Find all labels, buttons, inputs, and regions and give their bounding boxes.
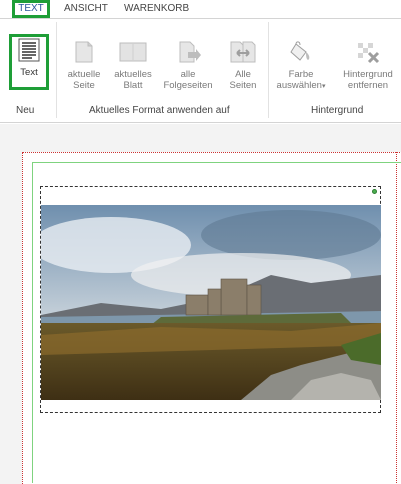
margin-guide-top [32,162,401,163]
castle-photo-image [41,205,381,400]
apply-all-following-label-1: alle [180,69,196,80]
landscape-photo[interactable] [41,205,381,400]
page-icon [75,41,93,63]
ribbon: TEXT ANSICHT WARENKORB Text Neu aktuelle… [0,0,401,124]
ribbon-tabs: TEXT ANSICHT WARENKORB [0,0,401,19]
apply-current-page-label-2: Seite [73,80,95,91]
tab-ansicht[interactable]: ANSICHT [64,3,108,14]
margin-guide-left [32,163,33,483]
group-separator [56,22,57,118]
apply-all-pages-button[interactable]: Alle Seiten [222,40,264,91]
group-label-apply-format: Aktuelles Format anwenden auf [89,105,230,116]
apply-current-page-button[interactable]: aktuelle Seite [62,40,106,91]
all-pages-icon [230,41,256,63]
text-button[interactable]: Text [12,38,46,78]
text-button-label: Text [20,67,38,78]
apply-all-pages-label-1: Alle [235,69,251,80]
group-label-neu: Neu [16,105,35,116]
remove-background-label-1: Hintergrund [343,69,393,80]
apply-all-following-label-2: Folgeseiten [163,80,213,91]
apply-current-sheet-label-1: aktuelles [114,69,152,80]
choose-color-label-text: auswählen [276,80,322,91]
choose-color-label-1: Farbe [288,69,314,80]
apply-current-sheet-button[interactable]: aktuelles Blatt [110,40,156,91]
tab-warenkorb[interactable]: WARENKORB [124,3,189,14]
page-margin-right [396,152,397,483]
apply-all-pages-label-2: Seiten [229,80,257,91]
choose-color-label-2: auswählen▾ [273,80,329,92]
dropdown-arrow-icon: ▾ [321,83,326,90]
choose-color-button[interactable]: Farbe auswählen▾ [273,40,329,92]
following-pages-icon [179,41,201,63]
rotate-handle[interactable] [372,189,377,194]
ribbon-bottom-border [0,122,401,123]
apply-all-following-button[interactable]: alle Folgeseiten [160,40,216,91]
apply-current-sheet-label-2: Blatt [123,80,143,91]
remove-background-button[interactable]: Hintergrund entfernen [336,40,400,91]
remove-background-icon [358,43,380,64]
sheet-icon [119,42,147,62]
apply-current-page-label-1: aktuelle [67,69,101,80]
tab-text[interactable]: TEXT [12,0,50,18]
group-label-background: Hintergrund [311,105,364,116]
group-separator [268,22,269,118]
remove-background-label-2: entfernen [347,80,389,91]
text-document-icon [18,38,40,62]
paint-bucket-icon [290,41,310,61]
